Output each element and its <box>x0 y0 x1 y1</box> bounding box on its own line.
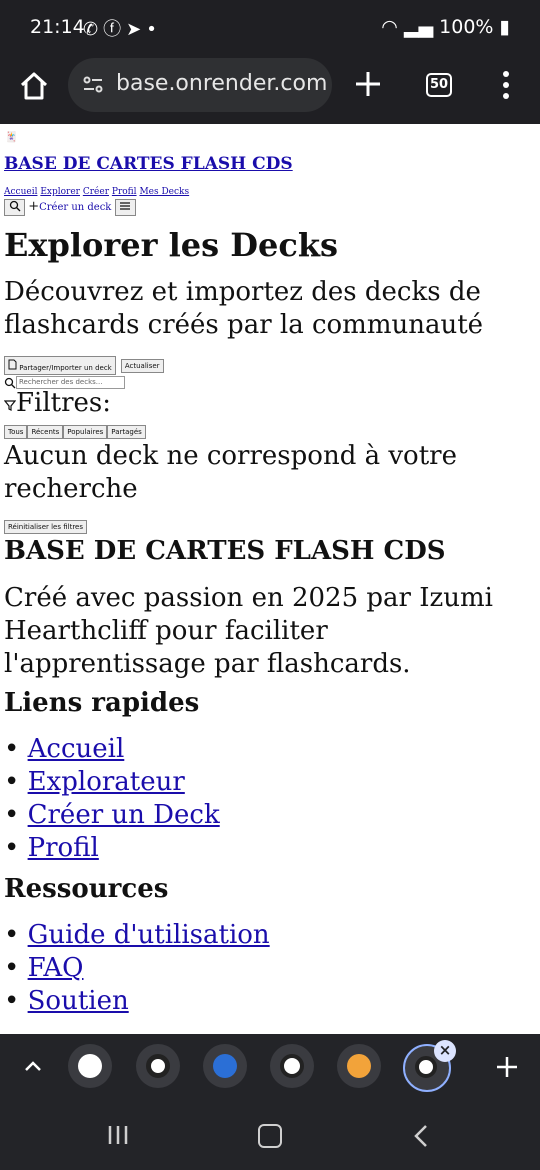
site-title-link[interactable]: BASE DE CARTES FLASH CDS <box>4 154 293 174</box>
tab-count-button[interactable]: 50 <box>426 73 452 97</box>
status-bar: 21:14 ✆ⓕ➤• ◠ ▂▄ 100% ▮ <box>0 0 540 56</box>
hamburger-button[interactable] <box>114 199 136 216</box>
refresh-button[interactable]: Actualiser <box>120 358 164 373</box>
footer-title: BASE DE CARTES FLASH CDS <box>4 536 446 566</box>
white-circle-icon <box>78 1054 102 1078</box>
list-item: FAQ <box>4 952 270 985</box>
footer-link-accueil[interactable]: Accueil <box>28 734 125 764</box>
share-import-label: Partager/Importer un deck <box>19 364 112 372</box>
tab-thumb-3[interactable] <box>203 1044 247 1088</box>
search-button[interactable] <box>4 199 25 216</box>
list-item: Créer un Deck <box>4 799 220 832</box>
heart-icon <box>347 1054 371 1078</box>
system-nav-bar <box>0 1096 540 1170</box>
footer-link-profil[interactable]: Profil <box>28 833 99 863</box>
search-icon <box>4 377 16 388</box>
filter-tab-all[interactable]: Tous <box>4 424 28 439</box>
filters-heading: Filtres: <box>3 388 112 418</box>
wifi-icon: ◠ <box>381 16 398 38</box>
whatsapp-icon: ✆ <box>83 19 104 40</box>
dot-icon: • <box>146 19 162 40</box>
status-right: ◠ ▂▄ 100% ▮ <box>381 16 510 38</box>
filters-label: Filtres: <box>16 388 112 418</box>
list-item: Guide d'utilisation <box>4 919 270 952</box>
nav-link-accueil[interactable]: Accueil <box>4 187 37 197</box>
footer-description: Créé avec passion en 2025 par Izumi Hear… <box>4 583 493 679</box>
globe-icon <box>146 1054 170 1078</box>
filter-tab-recent[interactable]: Récents <box>27 424 64 439</box>
nav-link-explorer[interactable]: Explorer <box>40 187 80 197</box>
nav-actions: +Créer un deck <box>4 199 136 216</box>
ticket-icon <box>280 1054 304 1078</box>
page-title: Explorer les Decks <box>4 226 339 264</box>
list-item: Accueil <box>4 733 220 766</box>
site-settings-icon[interactable] <box>82 74 104 96</box>
list-item: Profil <box>4 832 220 865</box>
quick-links-list: Accueil Explorateur Créer un Deck Profil <box>4 733 220 865</box>
close-tab-icon[interactable]: × <box>434 1040 456 1062</box>
footer-link-explorateur[interactable]: Explorateur <box>28 767 185 797</box>
recent-apps-icon[interactable] <box>106 1124 130 1146</box>
page-content: 🃏 BASE DE CARTES FLASH CDS Accueil Explo… <box>0 126 540 1034</box>
tab-thumb-5[interactable] <box>337 1044 381 1088</box>
create-deck-link[interactable]: Créer un deck <box>39 202 111 213</box>
menu-icon <box>120 202 131 210</box>
filter-icon <box>3 400 17 411</box>
nav-link-mes-decks[interactable]: Mes Decks <box>139 187 189 197</box>
nav-link-creer[interactable]: Créer <box>83 187 109 197</box>
nav-link-profil[interactable]: Profil <box>112 187 137 197</box>
footer-link-soutien[interactable]: Soutien <box>28 986 129 1016</box>
footer-link-creer-deck[interactable]: Créer un Deck <box>28 800 220 830</box>
home-nav-icon[interactable] <box>258 1124 282 1148</box>
filter-tab-shared[interactable]: Partagés <box>107 424 146 439</box>
quick-links-title: Liens rapides <box>4 688 200 718</box>
resources-title: Ressources <box>4 874 169 904</box>
tab-thumb-4[interactable] <box>270 1044 314 1088</box>
file-icon <box>8 359 17 370</box>
signal-icon: ▂▄ <box>403 16 434 38</box>
footer-link-guide[interactable]: Guide d'utilisation <box>28 920 270 950</box>
empty-state-message: Aucun deck ne correspond à votre recherc… <box>4 441 457 504</box>
butterfly-icon <box>213 1054 237 1078</box>
browser-toolbar: base.onrender.com 50 <box>0 56 540 124</box>
search-icon <box>9 200 20 212</box>
chevron-up-icon[interactable] <box>20 1054 46 1080</box>
back-icon[interactable] <box>412 1124 430 1148</box>
site-nav: Accueil Explorer Créer Profil Mes Decks <box>4 187 189 197</box>
tab-thumb-2[interactable] <box>136 1044 180 1088</box>
facebook-icon: ⓕ <box>103 19 127 40</box>
list-item: Explorateur <box>4 766 220 799</box>
add-tab-icon[interactable] <box>494 1054 520 1080</box>
kebab-menu-icon[interactable] <box>496 68 516 102</box>
status-time: 21:14 <box>30 16 85 38</box>
list-item: Soutien <box>4 985 270 1018</box>
site-favicon: 🃏 <box>5 132 18 143</box>
footer-link-faq[interactable]: FAQ <box>28 953 84 983</box>
filter-tab-popular[interactable]: Populaires <box>63 424 108 439</box>
tab-thumb-1[interactable] <box>68 1044 112 1088</box>
telegram-icon: ➤ <box>126 19 147 40</box>
page-subtitle: Découvrez et importez des decks de flash… <box>4 277 484 340</box>
new-tab-icon[interactable] <box>352 68 384 100</box>
battery-icon: ▮ <box>499 16 510 38</box>
battery-level: 100% <box>439 16 494 38</box>
heart-outline-icon <box>415 1056 437 1078</box>
address-bar[interactable]: base.onrender.com <box>68 58 332 112</box>
notification-icons: ✆ⓕ➤• <box>83 15 162 41</box>
home-icon[interactable] <box>16 68 52 104</box>
reset-filters-button[interactable]: Réinitialiser les filtres <box>4 519 88 534</box>
resources-list: Guide d'utilisation FAQ Soutien <box>4 919 270 1018</box>
url-text[interactable]: base.onrender.com <box>116 71 327 96</box>
plus-icon: + <box>28 199 40 214</box>
reset-filters-wrap: Réinitialiser les filtres <box>4 516 88 535</box>
filter-tabs: Tous Récents Populaires Partagés <box>4 421 146 440</box>
